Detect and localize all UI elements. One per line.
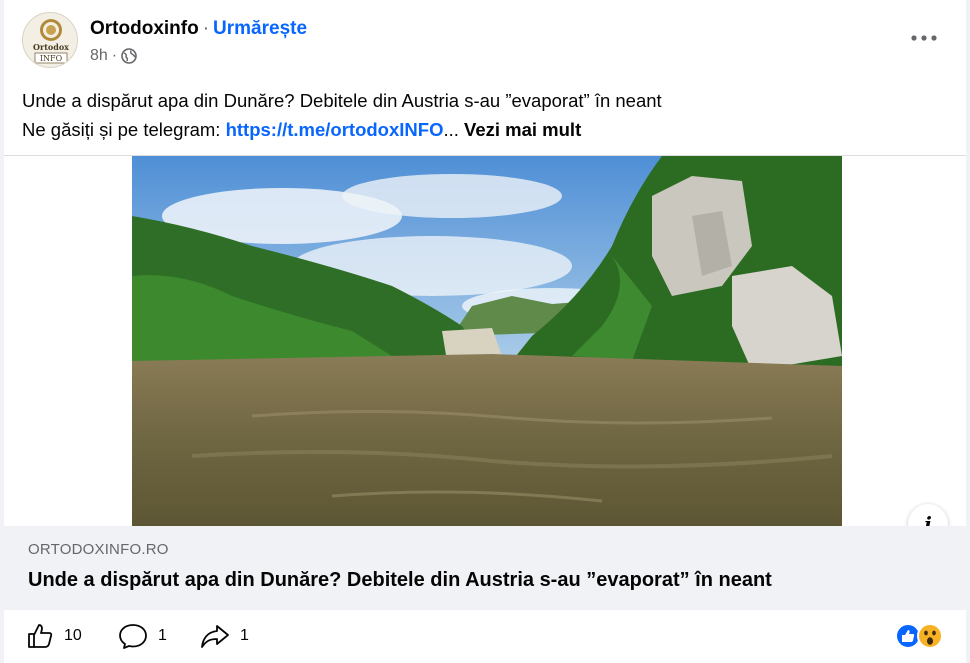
link-domain: ORTODOXINFO.RO [28,541,169,558]
link-image[interactable] [4,156,966,526]
post-line-2-prefix: Ne găsiți și pe telegram: [22,119,226,140]
comment-count: 1 [158,627,167,644]
like-reaction-icon [895,623,921,649]
like-button[interactable]: 10 [26,622,82,650]
link-preview[interactable]: ORTODOXINFO.RO Unde a dispărut apa din D… [4,526,966,610]
more-icon [911,35,937,41]
follow-button[interactable]: Urmărește [213,18,307,39]
like-count: 10 [64,627,82,644]
page-name[interactable]: Ortodoxinfo [90,18,199,39]
like-icon [28,624,53,648]
share-icon [201,625,229,648]
action-bar: 10 1 1 [4,612,966,660]
post-ellipsis: ... [443,119,465,140]
meta-separator: · [111,47,118,64]
post-time[interactable]: 8h [90,47,108,65]
telegram-link[interactable]: https://t.me/ortodoxINFO [226,119,444,140]
wow-reaction-icon [917,623,943,649]
avatar-text-bottom: INFO [40,54,63,63]
post-header: Ortodox INFO Ortodoxinfo · Urmărește 8h · [22,12,952,72]
post-meta: 8h · [90,47,137,65]
more-options-button[interactable] [906,28,942,48]
avatar-text-top: Ortodox [33,42,69,52]
avatar[interactable]: Ortodox INFO [22,12,78,68]
page-name-row: Ortodoxinfo · Urmărește [90,18,307,40]
share-button[interactable]: 1 [200,622,249,650]
comment-icon [119,624,147,649]
see-more-button[interactable]: Vezi mai mult [464,119,581,140]
globe-icon [121,48,137,64]
name-separator: · [202,18,210,39]
reaction-icons [895,623,943,649]
post-line-1: Unde a dispărut apa din Dunăre? Debitele… [22,90,662,111]
comment-button[interactable]: 1 [118,622,167,650]
post-line-2: Ne găsiți și pe telegram: https://t.me/o… [22,115,942,144]
share-count: 1 [240,627,249,644]
ortodoxinfo-logo: Ortodox INFO [33,19,69,64]
danube-river-photo [132,156,842,526]
post-message: Unde a dispărut apa din Dunăre? Debitele… [22,86,942,144]
post-card: Ortodox INFO Ortodoxinfo · Urmărește 8h · [4,0,966,663]
reactions-summary[interactable] [892,621,952,651]
link-title[interactable]: Unde a dispărut apa din Dunăre? Debitele… [28,569,772,592]
